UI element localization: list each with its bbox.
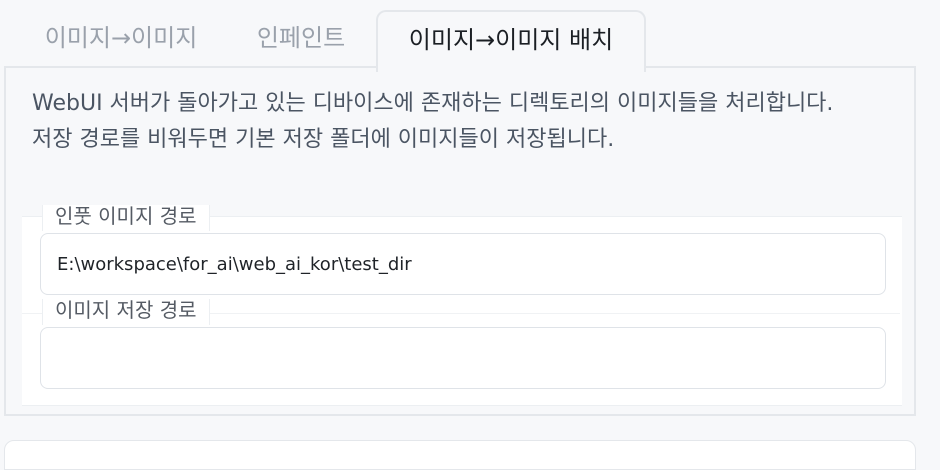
tab-inpaint[interactable]: 인페인트 — [236, 10, 366, 68]
batch-panel: WebUI 서버가 돌아가고 있는 디바이스에 존재하는 디렉토리의 이미지들을… — [4, 66, 916, 416]
output-dir-field[interactable] — [40, 327, 886, 389]
tab-img2img-batch[interactable]: 이미지→이미지 배치 — [376, 10, 646, 72]
tab-img2img[interactable]: 이미지→이미지 — [16, 10, 226, 68]
batch-description: WebUI 서버가 돌아가고 있는 디바이스에 존재하는 디렉토리의 이미지들을… — [32, 86, 902, 158]
description-line-1: WebUI 서버가 돌아가고 있는 디바이스에 존재하는 디렉토리의 이미지들을… — [32, 91, 834, 116]
output-dir-label: 이미지 저장 경로 — [42, 299, 210, 325]
description-line-2: 저장 경로를 비워두면 기본 저장 폴더에 이미지들이 저장됩니다. — [32, 127, 615, 152]
tab-bar: 이미지→이미지 인페인트 이미지→이미지 배치 — [6, 10, 918, 72]
input-dir-label: 인풋 이미지 경로 — [42, 205, 210, 231]
input-dir-field[interactable] — [40, 233, 886, 295]
next-section-card — [4, 440, 916, 470]
path-form: 인풋 이미지 경로 이미지 저장 경로 — [22, 205, 902, 406]
